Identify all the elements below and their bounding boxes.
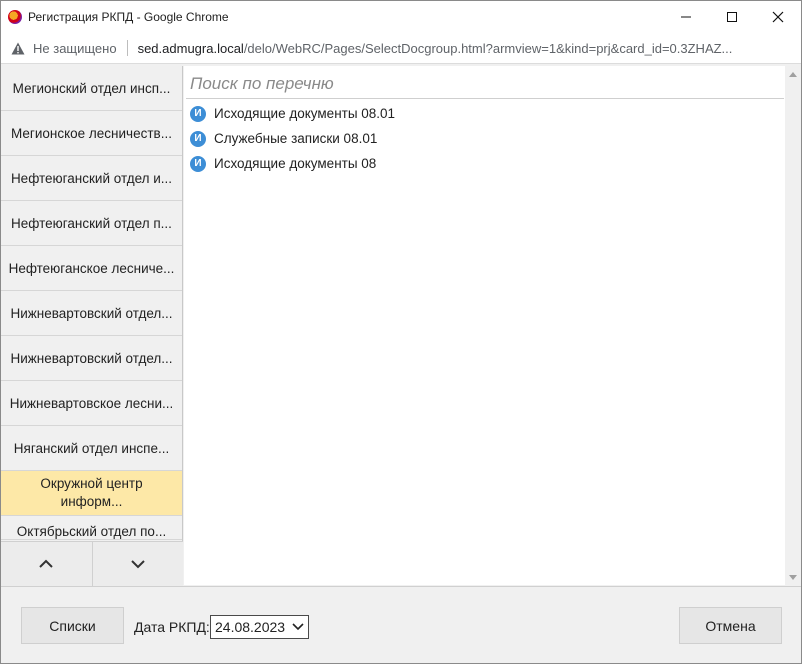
group-list-item[interactable]: Нефтеюганский отдел п... <box>1 201 182 246</box>
document-type-icon: И <box>190 130 206 147</box>
minimize-button[interactable] <box>663 1 709 33</box>
address-divider <box>126 40 128 56</box>
scroll-list-down-button[interactable] <box>93 542 184 586</box>
scroll-down-arrow[interactable] <box>785 569 801 585</box>
document-type-icon: И <box>190 155 206 172</box>
list-item-label: Служебные записки 08.01 <box>214 131 378 146</box>
date-select[interactable]: 24.08.2023 <box>210 615 309 639</box>
close-button[interactable] <box>755 1 801 33</box>
lists-button[interactable]: Списки <box>21 607 124 644</box>
group-list-item[interactable]: Октябрьский отдел по... <box>1 516 182 540</box>
security-status[interactable]: Не защищено <box>33 41 117 56</box>
browser-window: Регистрация РКПД - Google Chrome Не защи… <box>0 0 802 664</box>
group-list-item-label: Мегионский отдел инсп... <box>12 80 171 96</box>
group-list-item-label: Нижневартовское лесни... <box>9 395 174 411</box>
url-text[interactable]: sed.admugra.local/delo/WebRC/Pages/Selec… <box>138 41 733 56</box>
group-list-item-label: Нефтеюганское лесниче... <box>8 260 175 276</box>
search-input[interactable] <box>186 70 784 99</box>
list-item[interactable]: И Исходящие документы 08 <box>190 151 395 176</box>
document-type-icon: И <box>190 105 206 122</box>
group-list-item[interactable]: Нижневартовское лесни... <box>1 381 182 426</box>
group-list-item[interactable]: Нижневартовский отдел... <box>1 336 182 381</box>
scroll-up-arrow[interactable] <box>785 66 801 82</box>
dialog-footer: Списки Дата РКПД: 24.08.2023 Отмена <box>1 586 801 663</box>
triangle-down-icon <box>789 574 797 580</box>
group-list-item[interactable]: Нижневартовский отдел... <box>1 291 182 336</box>
group-list-item[interactable]: Мегионский отдел инсп... <box>1 66 182 111</box>
list-navigation <box>1 541 183 586</box>
date-label: Дата РКПД: <box>134 619 210 635</box>
url-path: /delo/WebRC/Pages/SelectDocgroup.html?ar… <box>243 40 733 56</box>
group-list-panel: Мегионский отдел инсп... Мегионское лесн… <box>1 66 183 585</box>
group-list-item-label: Нижневартовский отдел... <box>10 350 173 366</box>
group-list-item-selected[interactable]: Окружной центр информ... <box>1 471 182 516</box>
maximize-button[interactable] <box>709 1 755 33</box>
group-list-item[interactable]: Мегионское лесничеств... <box>1 111 182 156</box>
app-logo-icon <box>8 10 22 24</box>
scroll-list-up-button[interactable] <box>1 542 93 586</box>
title-bar: Регистрация РКПД - Google Chrome <box>1 1 801 33</box>
group-list-item-label: Октябрьский отдел по... <box>16 524 167 539</box>
group-list-item-label: Окружной центр информ... <box>40 476 143 509</box>
group-list-item-label: Няганский отдел инспе... <box>13 440 170 456</box>
document-group-list: И Исходящие документы 08.01 И Служебные … <box>190 101 395 176</box>
document-group-panel: И Исходящие документы 08.01 И Служебные … <box>184 66 785 585</box>
list-item[interactable]: И Служебные записки 08.01 <box>190 126 395 151</box>
group-list-item-label: Нефтеюганский отдел п... <box>11 215 172 231</box>
maximize-icon <box>727 12 737 22</box>
group-list-item[interactable]: Нефтеюганское лесниче... <box>1 246 182 291</box>
close-icon <box>772 11 784 23</box>
chevron-down-icon <box>292 623 304 631</box>
triangle-up-icon <box>789 71 797 77</box>
list-item[interactable]: И Исходящие документы 08.01 <box>190 101 395 126</box>
group-list-item-label: Нижневартовский отдел... <box>10 305 173 321</box>
chevron-up-icon <box>39 559 53 568</box>
minimize-icon <box>681 16 691 18</box>
group-list-item[interactable]: Нефтеюганский отдел и... <box>1 156 182 201</box>
list-item-label: Исходящие документы 08 <box>214 156 377 171</box>
window-title: Регистрация РКПД - Google Chrome <box>28 10 229 24</box>
date-value: 24.08.2023 <box>215 619 286 635</box>
group-list-item[interactable]: Няганский отдел инспе... <box>1 426 182 471</box>
group-list-item-label: Мегионское лесничеств... <box>11 125 172 141</box>
list-item-label: Исходящие документы 08.01 <box>214 106 396 121</box>
group-list-item-label: Нефтеюганский отдел и... <box>10 170 173 186</box>
vertical-scrollbar[interactable] <box>785 66 801 585</box>
address-bar[interactable]: Не защищено sed.admugra.local/delo/WebRC… <box>1 33 801 64</box>
warning-icon[interactable] <box>11 42 25 55</box>
chevron-down-icon <box>131 560 145 569</box>
cancel-button[interactable]: Отмена <box>679 607 782 644</box>
url-host: sed.admugra.local <box>137 40 244 56</box>
